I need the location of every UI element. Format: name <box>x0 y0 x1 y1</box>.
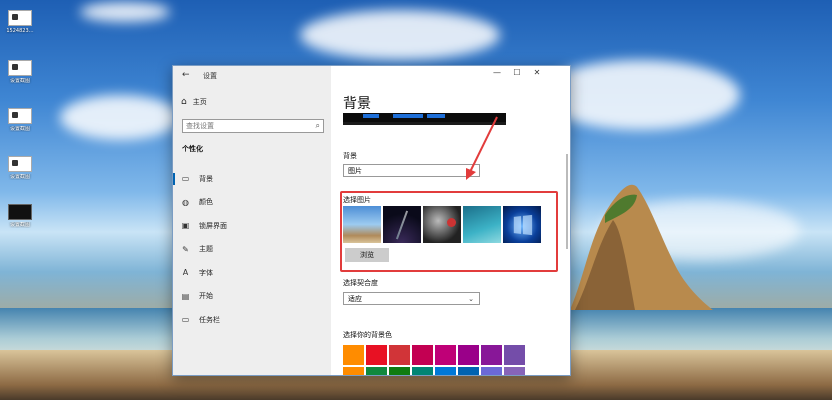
color-swatch[interactable] <box>481 345 502 365</box>
search-box: ⌕ <box>182 119 324 133</box>
sidebar-item-label: 背景 <box>199 174 213 183</box>
color-swatch[interactable] <box>458 367 479 375</box>
desktop-icon[interactable]: 设置截图 <box>2 204 38 228</box>
home-icon: ⌂ <box>181 97 187 107</box>
sidebar-item-colors[interactable]: ◍ 颜色 <box>173 191 331 215</box>
title-bar: ← 设置 <box>173 66 331 84</box>
color-swatch[interactable] <box>343 367 364 375</box>
desktop-icon-label: 设置截图 <box>9 222 30 228</box>
picture-thumbnail[interactable] <box>503 206 541 243</box>
color-swatch[interactable] <box>504 345 525 365</box>
sidebar-item-lock-screen[interactable]: ▣ 锁屏界面 <box>173 214 331 238</box>
app-title: 设置 <box>203 72 217 80</box>
sidebar-item-start[interactable]: ▤ 开始 <box>173 285 331 309</box>
rock-island <box>570 184 713 310</box>
desktop-icon[interactable]: 1524823… <box>2 10 38 34</box>
desktop-icon-label: 设置截图 <box>9 126 30 132</box>
sidebar-item-fonts[interactable]: A 字体 <box>173 261 331 285</box>
sidebar-item-label: 主题 <box>199 245 213 254</box>
section-heading: 个性化 <box>182 145 203 153</box>
color-label: 选择你的背景色 <box>343 331 392 339</box>
search-input[interactable] <box>183 120 307 132</box>
sidebar-nav: ▭ 背景 ◍ 颜色 ▣ 锁屏界面 ✎ 主题 A 字体 ▤ 开始 ▭ 任务栏 <box>173 167 331 332</box>
cloud <box>300 10 500 60</box>
close-button[interactable]: ✕ <box>527 68 547 80</box>
color-swatch[interactable] <box>412 345 433 365</box>
color-swatch[interactable] <box>435 367 456 375</box>
color-swatch[interactable] <box>481 367 502 375</box>
color-swatch[interactable] <box>389 367 410 375</box>
background-type-value: 图片 <box>348 167 362 175</box>
sidebar-item-label: 字体 <box>199 268 213 277</box>
picture-thumbnail[interactable] <box>423 206 461 243</box>
lock-screen-icon: ▣ <box>181 221 190 231</box>
fit-value: 适应 <box>348 295 362 303</box>
fit-label: 选择契合度 <box>343 279 378 287</box>
picture-thumbnail[interactable] <box>463 206 501 243</box>
file-thumbnail-icon <box>8 156 32 172</box>
sidebar-item-label: 锁屏界面 <box>199 221 227 230</box>
color-swatches <box>343 345 525 375</box>
theme-icon: ✎ <box>182 244 189 254</box>
page-title: 背景 <box>343 96 371 112</box>
picture-thumbnail[interactable] <box>343 206 381 243</box>
sidebar-item-label: 颜色 <box>199 198 213 207</box>
background-type-select[interactable]: 图片 ⌄ <box>343 164 480 177</box>
home-label: 主页 <box>192 98 207 106</box>
desktop-icon[interactable]: 设置截图 <box>2 108 38 132</box>
file-thumbnail-icon <box>8 10 32 26</box>
background-label: 背景 <box>343 152 357 160</box>
color-swatch[interactable] <box>504 367 525 375</box>
taskbar-icon: ▭ <box>181 315 190 325</box>
home-link[interactable]: ⌂ 主页 <box>181 97 207 107</box>
sidebar-item-themes[interactable]: ✎ 主题 <box>173 238 331 262</box>
desktop-icon-label: 1524823… <box>6 28 34 34</box>
color-swatch[interactable] <box>435 345 456 365</box>
chevron-down-icon: ⌄ <box>468 295 474 303</box>
chevron-down-icon: ⌄ <box>468 167 474 175</box>
picture-thumbnail[interactable] <box>383 206 421 243</box>
background-icon: ▭ <box>181 174 190 184</box>
cloud <box>80 2 170 22</box>
picture-thumbnails <box>343 206 541 243</box>
start-icon: ▤ <box>181 291 190 301</box>
fit-select[interactable]: 适应 ⌄ <box>343 292 480 305</box>
file-thumbnail-icon <box>8 60 32 76</box>
color-swatch[interactable] <box>343 345 364 365</box>
settings-window: ← 设置 ⌂ 主页 ⌕ 个性化 ▭ 背景 ◍ 颜色 ▣ 锁屏界面 <box>172 65 571 376</box>
color-swatch[interactable] <box>412 367 433 375</box>
sidebar-item-taskbar[interactable]: ▭ 任务栏 <box>173 308 331 332</box>
desktop-icon-label: 设置截图 <box>9 78 30 84</box>
color-swatch[interactable] <box>366 345 387 365</box>
sidebar-item-label: 任务栏 <box>199 315 220 324</box>
search-icon[interactable]: ⌕ <box>316 121 320 131</box>
settings-sidebar: ← 设置 ⌂ 主页 ⌕ 个性化 ▭ 背景 ◍ 颜色 ▣ 锁屏界面 <box>173 66 331 375</box>
desktop-icon-label: 设置截图 <box>9 174 30 180</box>
color-swatch[interactable] <box>458 345 479 365</box>
sidebar-item-background[interactable]: ▭ 背景 <box>173 167 331 191</box>
desktop-icon[interactable]: 设置截图 <box>2 60 38 84</box>
maximize-button[interactable]: ☐ <box>507 68 527 80</box>
scrollbar[interactable] <box>566 154 568 249</box>
file-thumbnail-icon <box>8 204 32 220</box>
back-arrow-icon[interactable]: ← <box>182 70 190 80</box>
file-thumbnail-icon <box>8 108 32 124</box>
desktop-icon[interactable]: 设置截图 <box>2 156 38 180</box>
font-icon: A <box>182 268 189 278</box>
settings-content: — ☐ ✕ 背景 背景 图片 ⌄ 选择图片 浏览 选择契合度 适应 ⌄ 选择你的… <box>331 66 570 375</box>
browse-button[interactable]: 浏览 <box>345 248 389 262</box>
color-swatch[interactable] <box>389 345 410 365</box>
desktop-preview <box>343 113 506 125</box>
sidebar-item-label: 开始 <box>199 292 213 301</box>
choose-picture-label: 选择图片 <box>343 196 371 204</box>
color-swatch[interactable] <box>366 367 387 375</box>
minimize-button[interactable]: — <box>487 68 507 80</box>
cloud <box>60 95 180 140</box>
palette-icon: ◍ <box>182 197 189 207</box>
